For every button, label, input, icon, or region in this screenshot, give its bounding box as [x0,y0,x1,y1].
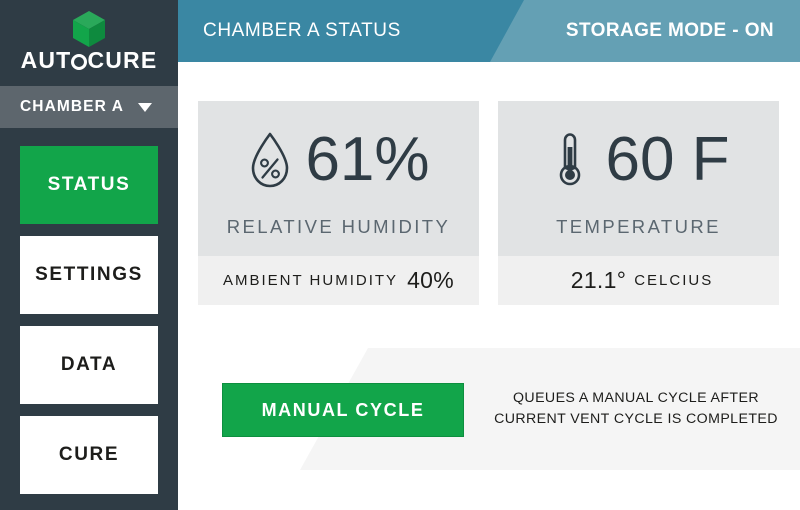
hint-line-2: CURRENT VENT CYCLE IS COMPLETED [494,411,778,427]
temperature-readout: 60 F [498,121,779,199]
ambient-humidity-label: AMBIENT HUMIDITY [222,272,399,289]
brand-wordmark: AUT CURE [0,47,178,73]
humidity-card: 61% RELATIVE HUMIDITY AMBIENT HUMIDITY 4… [198,101,479,305]
temperature-card-footer: 21.1° CELCIUS [498,256,779,305]
humidity-card-footer: AMBIENT HUMIDITY 40% [198,256,479,305]
hint-line-1: QUEUES A MANUAL CYCLE AFTER [512,390,759,406]
chevron-down-icon [138,103,152,112]
sidebar: AUT CURE CHAMBER A STATUS SETTINGS DATA C… [0,0,178,510]
water-droplet-percent-icon [252,132,289,188]
brand-word-part2: CURE [87,47,158,73]
sidebar-item-data[interactable]: DATA [20,326,158,404]
brand-logo: AUT CURE [0,0,178,82]
sidebar-item-label: CURE [58,444,120,465]
brand-word-part1: AUT [20,47,72,73]
ambient-humidity-value: 40% [407,267,454,293]
sidebar-item-label: STATUS [47,174,131,195]
sidebar-item-label: SETTINGS [35,264,143,285]
chamber-select-dropdown[interactable]: CHAMBER A [0,86,178,128]
celsius-value: 21.1° [570,267,627,293]
page-title: CHAMBER A STATUS [203,20,401,41]
sidebar-item-settings[interactable]: SETTINGS [20,236,158,314]
temperature-value: 60 F [605,125,730,194]
green-cube-icon [73,11,105,47]
thermometer-icon [560,133,581,186]
humidity-readout: 61% [198,121,479,199]
brand-o-ring-icon [71,54,88,70]
manual-cycle-button[interactable]: MANUAL CYCLE [222,383,464,437]
temperature-caption: TEMPERATURE [556,216,721,237]
chamber-select-value: CHAMBER A [20,98,125,115]
sidebar-item-status[interactable]: STATUS [20,146,158,224]
sidebar-item-cure[interactable]: CURE [20,416,158,494]
page-header: CHAMBER A STATUS STORAGE MODE - ON [178,0,800,62]
humidity-caption: RELATIVE HUMIDITY [226,216,451,237]
manual-cycle-label: MANUAL CYCLE [261,400,425,420]
status-badge: STORAGE MODE - ON [565,20,774,41]
manual-cycle-hint: QUEUES A MANUAL CYCLE AFTER CURRENT VENT… [488,388,784,430]
humidity-card-body: 61% RELATIVE HUMIDITY [198,101,479,256]
sidebar-item-label: DATA [60,354,118,375]
celsius-label: CELCIUS [634,272,714,289]
humidity-value: 61% [305,125,430,194]
autocure-dashboard: AUT CURE CHAMBER A STATUS SETTINGS DATA C… [0,0,800,510]
temperature-card-body: 60 F TEMPERATURE [498,101,779,256]
sidebar-nav: STATUS SETTINGS DATA CURE [20,146,158,506]
temperature-card: 60 F TEMPERATURE 21.1° CELCIUS [498,101,779,305]
